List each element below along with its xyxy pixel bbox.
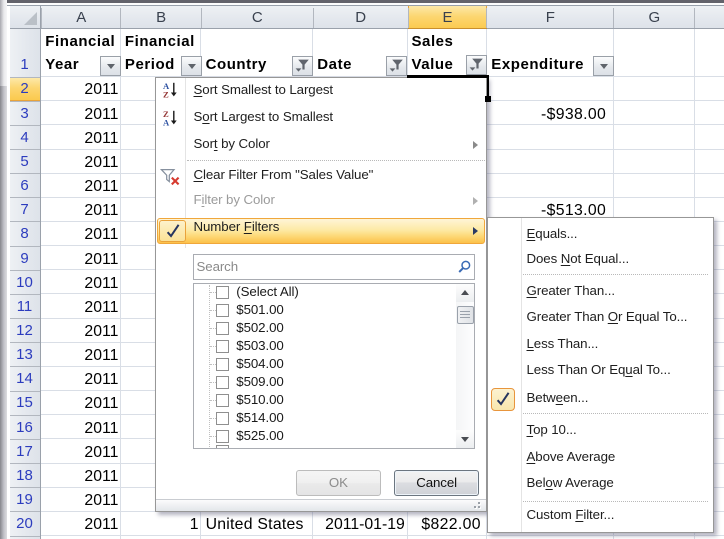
svg-text:Z: Z	[163, 90, 169, 100]
svg-text:A: A	[163, 118, 170, 128]
